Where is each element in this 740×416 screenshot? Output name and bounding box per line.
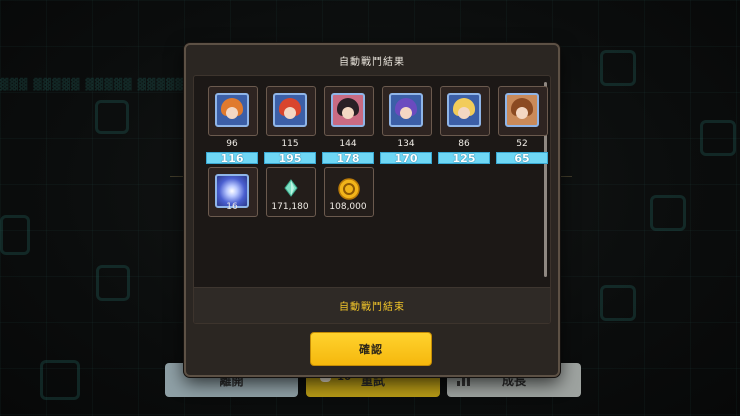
hero-reward[interactable]: 86 125 (438, 86, 492, 165)
background-glyph (650, 195, 686, 231)
hero-portrait (382, 86, 432, 136)
hero-portrait (324, 86, 374, 136)
hero-portrait-purple-hair-icon (389, 93, 423, 127)
background-glyph (600, 50, 636, 86)
hero-count: 115 (281, 139, 299, 149)
modal-title: 自動戰鬥結果 (339, 56, 405, 68)
hero-portrait (440, 86, 490, 136)
hero-level-bar: 65 (496, 152, 548, 165)
hero-level-bar: 170 (380, 152, 432, 165)
item-count: 108,000 (329, 202, 367, 212)
item-reward[interactable]: 108,000 (324, 167, 376, 217)
hero-count: 52 (516, 139, 528, 149)
hero-count: 134 (397, 139, 415, 149)
battle-status-strip: 自動戰鬥結束 (194, 287, 550, 323)
item-reward[interactable]: 16 (208, 167, 260, 217)
hero-portrait-red-hair-icon (273, 93, 307, 127)
hero-count: 96 (226, 139, 238, 149)
hero-count: 86 (458, 139, 470, 149)
background-glyph (700, 120, 736, 156)
hero-reward[interactable]: 52 65 (496, 86, 550, 165)
background-glyph (600, 285, 636, 321)
item-reward[interactable]: 171,180 (266, 167, 318, 217)
hero-portrait-orange-hair-icon (215, 93, 249, 127)
confirm-button[interactable]: 確認 (310, 332, 432, 366)
hero-level-bar: 178 (322, 152, 374, 165)
auto-battle-result-modal: 自動戰鬥結果 96 116 115 195 144 178 134 170 86… (184, 43, 560, 377)
hero-portrait (266, 86, 316, 136)
hero-reward[interactable]: 144 178 (322, 86, 376, 165)
hero-portrait-dark-hair-icon (331, 93, 365, 127)
hero-count: 144 (339, 139, 357, 149)
hero-portrait (208, 86, 258, 136)
hero-reward[interactable]: 115 195 (264, 86, 318, 165)
hero-portrait-blonde-hair-icon (447, 93, 481, 127)
hero-level-bar: 195 (264, 152, 316, 165)
background-glyph (95, 100, 129, 134)
hero-reward[interactable]: 96 116 (206, 86, 260, 165)
item-count: 16 (226, 202, 238, 212)
hero-portrait (498, 86, 548, 136)
hero-portrait-brown-hair-icon (505, 93, 539, 127)
hero-level-bar: 125 (438, 152, 490, 165)
rewards-panel[interactable]: 96 116 115 195 144 178 134 170 86 125 52… (193, 75, 551, 324)
background-glyph (96, 265, 130, 301)
background-glyph (40, 360, 80, 400)
background-glyph (0, 215, 30, 255)
hero-reward[interactable]: 134 170 (380, 86, 434, 165)
item-count: 171,180 (271, 202, 309, 212)
hero-level-bar: 116 (206, 152, 258, 165)
